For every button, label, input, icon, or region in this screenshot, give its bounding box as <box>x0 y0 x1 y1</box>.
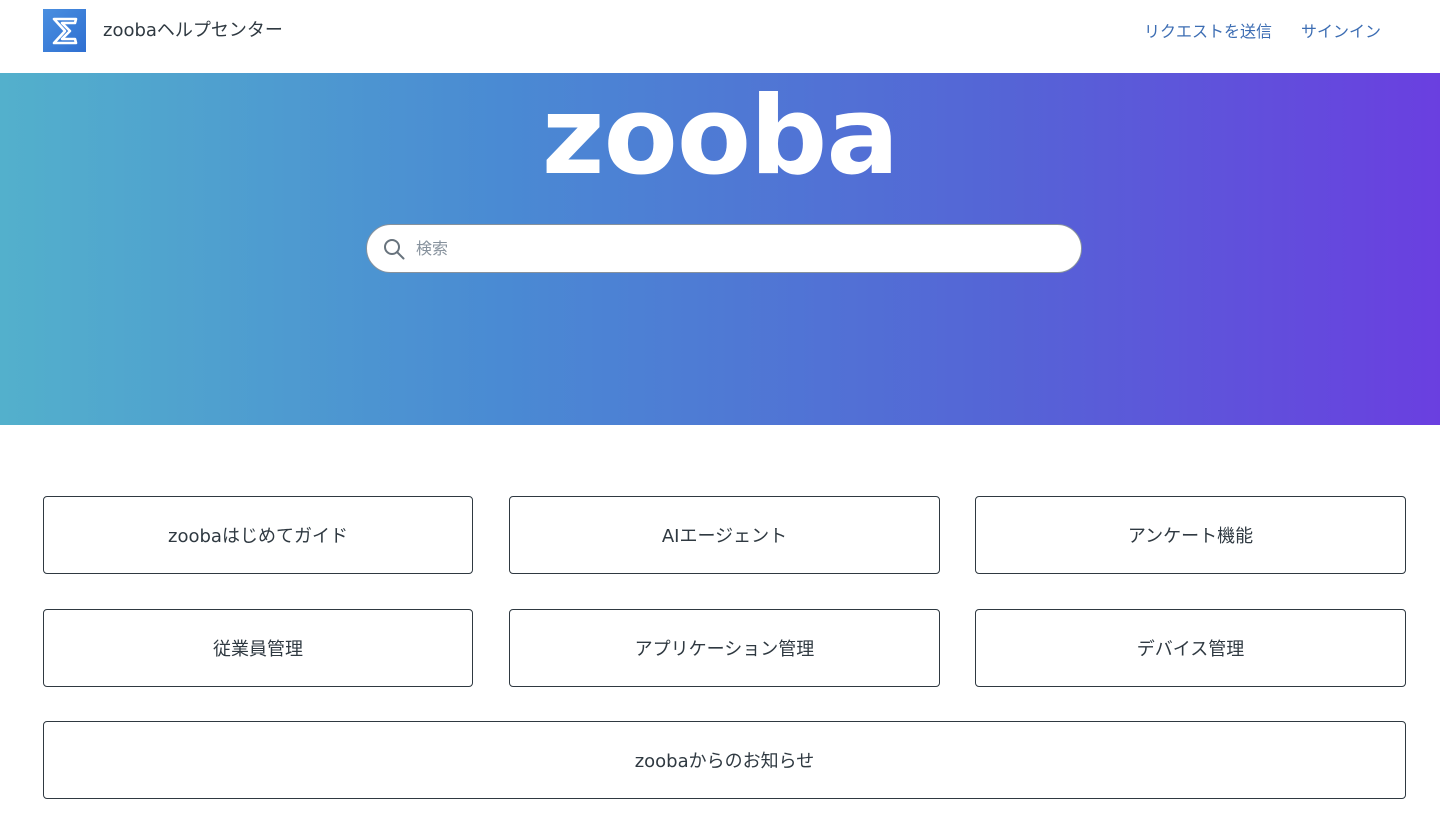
submit-request-link[interactable]: リクエストを送信 <box>1144 20 1272 44</box>
home-logo-link[interactable]: zoobaヘルプセンター <box>43 9 283 52</box>
sign-in-link[interactable]: サインイン <box>1301 20 1381 44</box>
site-name: zoobaヘルプセンター <box>103 19 283 41</box>
category-announcements[interactable]: zoobaからのお知らせ <box>43 721 1406 799</box>
category-label: アンケート機能 <box>1127 526 1254 547</box>
site-header: zoobaヘルプセンター リクエストを送信 サインイン <box>0 0 1440 73</box>
category-label: zoobaからのお知らせ <box>634 751 815 772</box>
search-icon <box>383 238 405 260</box>
category-ai-agent[interactable]: AIエージェント <box>509 496 940 574</box>
category-label: デバイス管理 <box>1136 639 1245 660</box>
category-label: AIエージェント <box>661 526 788 547</box>
category-label: アプリケーション管理 <box>634 639 815 660</box>
category-label: zoobaはじめてガイド <box>168 526 348 547</box>
category-label: 従業員管理 <box>213 639 303 660</box>
category-application-management[interactable]: アプリケーション管理 <box>509 609 940 687</box>
hourglass-logo-icon <box>43 9 86 52</box>
category-getting-started[interactable]: zoobaはじめてガイド <box>43 496 473 574</box>
category-employee-management[interactable]: 従業員管理 <box>43 609 473 687</box>
category-survey[interactable]: アンケート機能 <box>975 496 1406 574</box>
category-device-management[interactable]: デバイス管理 <box>975 609 1406 687</box>
header-nav: リクエストを送信 サインイン <box>1144 20 1381 44</box>
brand-wordmark: zooba <box>541 74 899 199</box>
search-input[interactable] <box>414 233 1054 264</box>
search-box[interactable] <box>366 224 1082 273</box>
hero-banner: zooba <box>0 73 1440 425</box>
